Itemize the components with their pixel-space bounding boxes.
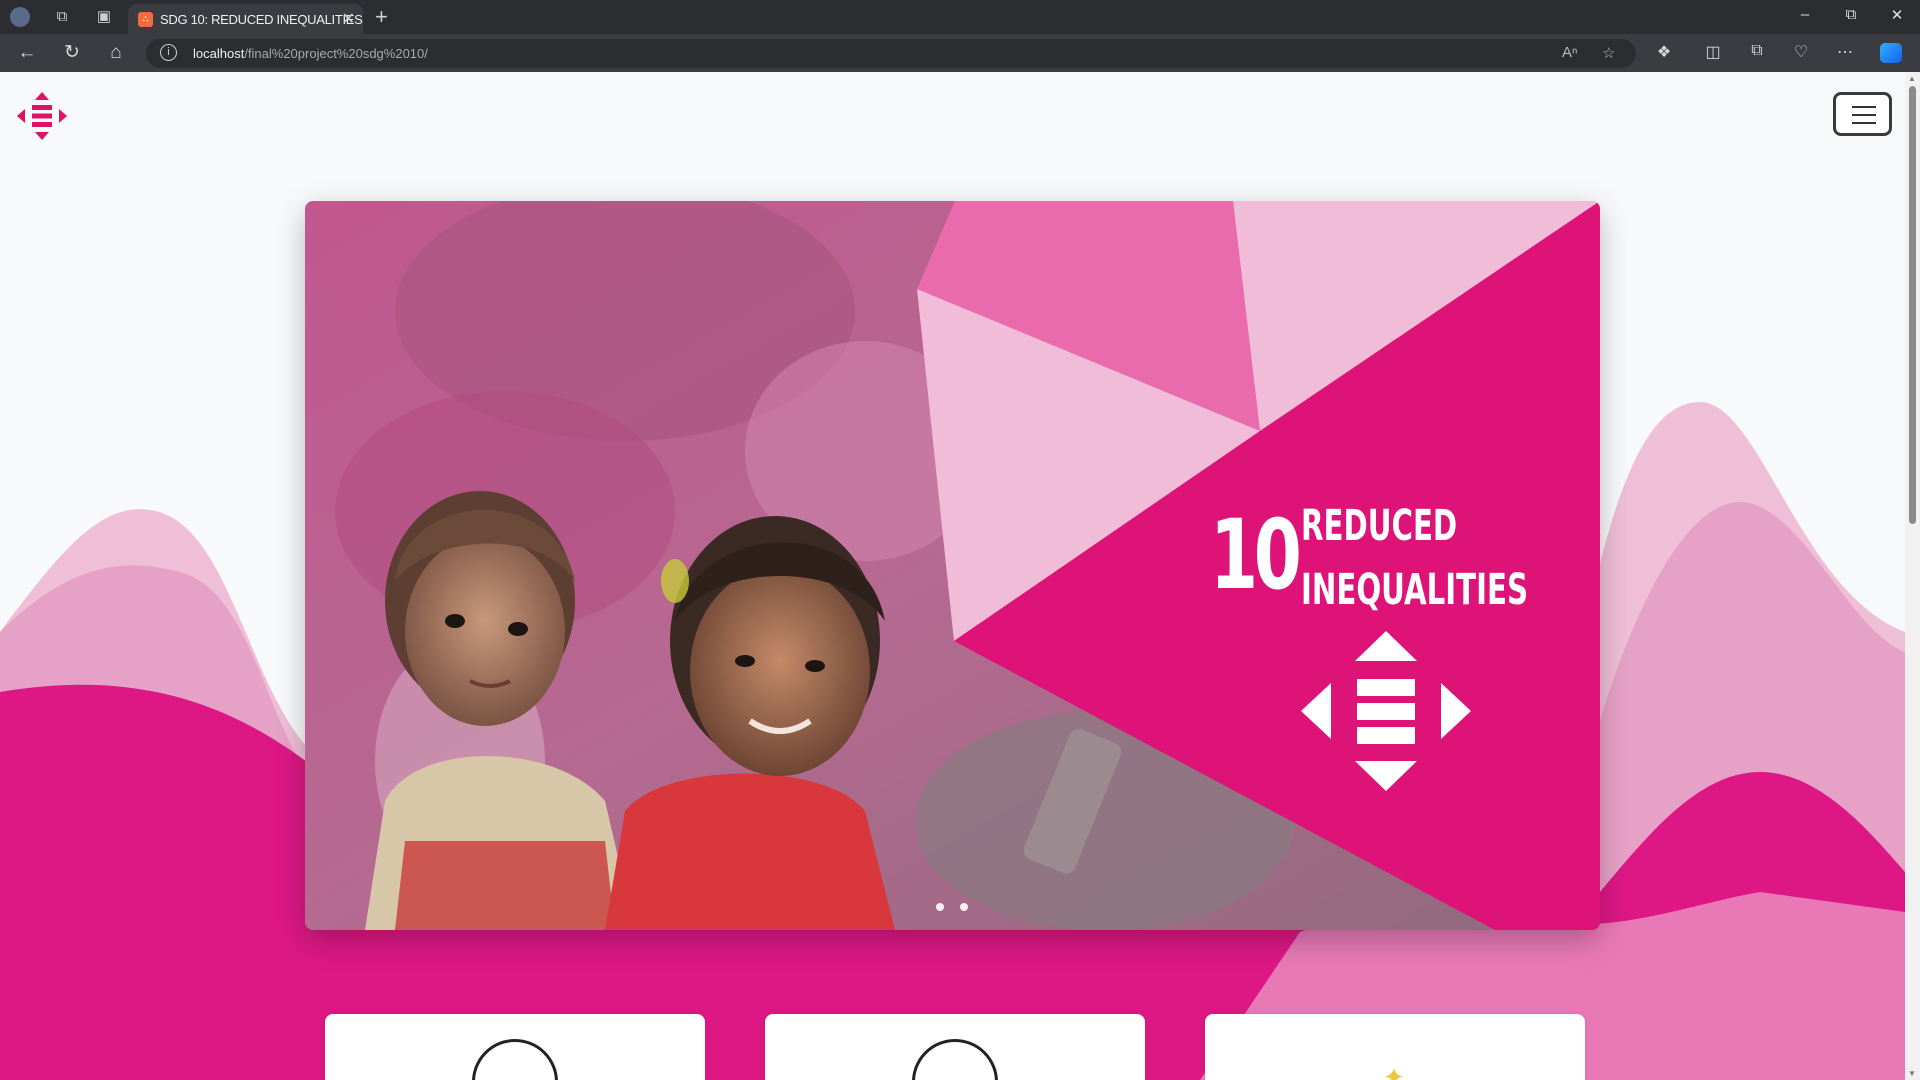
browser-essentials-icon[interactable]: ♡ — [1790, 42, 1812, 62]
new-tab-button[interactable]: + — [375, 4, 388, 30]
goal-title-line1: REDUCED — [1301, 501, 1458, 551]
navbar-toggle-button[interactable] — [1833, 92, 1892, 136]
page-viewport: 10 REDUCED INEQUALITIES ✦ — [0, 72, 1905, 1080]
address-bar[interactable]: i localhost/final%20project%20sdg%2010/ … — [146, 39, 1636, 68]
refresh-button[interactable]: ↻ — [60, 41, 84, 65]
feature-card-2[interactable] — [765, 1014, 1145, 1080]
feature-card-1[interactable] — [325, 1014, 705, 1080]
extensions-icon[interactable]: ❖ — [1653, 42, 1675, 62]
hero-carousel[interactable]: 10 REDUCED INEQUALITIES — [305, 201, 1600, 930]
url-text: localhost/final%20project%20sdg%2010/ — [193, 46, 428, 61]
feature-card-3[interactable]: ✦ — [1205, 1014, 1585, 1080]
split-screen-icon[interactable]: ◫ — [1702, 42, 1724, 62]
minimize-button[interactable]: – — [1790, 6, 1820, 23]
scroll-up-icon[interactable]: ▲ — [1908, 74, 1916, 83]
tab-title: SDG 10: REDUCED INEQUALITIES — [160, 12, 363, 27]
scroll-down-icon[interactable]: ▼ — [1908, 1069, 1916, 1078]
scrollbar-thumb[interactable] — [1909, 86, 1916, 524]
site-logo-icon[interactable] — [17, 92, 67, 140]
browser-toolbar: ← ↻ ⌂ i localhost/final%20project%20sdg%… — [0, 34, 1920, 72]
xampp-favicon-icon: ∴ — [138, 12, 153, 27]
restore-button[interactable]: ⧉ — [1836, 6, 1866, 23]
profile-avatar-icon[interactable] — [10, 7, 30, 27]
hamburger-menu-icon — [1852, 106, 1876, 108]
tab-actions-icon[interactable]: ▣ — [94, 7, 114, 27]
home-button[interactable]: ⌂ — [104, 41, 128, 65]
hamburger-line — [1852, 114, 1876, 116]
hamburger-line — [1852, 122, 1876, 124]
goal-title-line2: INEQUALITIES — [1301, 565, 1529, 615]
page-scrollbar[interactable]: ▲ ▼ — [1905, 72, 1920, 1080]
scales-icon — [472, 1039, 558, 1080]
read-aloud-icon[interactable]: Aⁿ — [1562, 44, 1577, 61]
back-button[interactable]: ← — [15, 41, 39, 65]
more-menu-icon[interactable]: ⋯ — [1834, 42, 1856, 62]
carousel-indicators — [936, 898, 984, 916]
sdg10-emblem-icon — [1301, 631, 1471, 791]
browser-tab-strip: ⧉ ▣ ∴ SDG 10: REDUCED INEQUALITIES ✕ + –… — [0, 0, 1920, 34]
close-window-button[interactable]: ✕ — [1882, 6, 1912, 24]
browser-tab-active[interactable]: ∴ SDG 10: REDUCED INEQUALITIES ✕ — [128, 4, 363, 34]
carousel-indicator-2[interactable] — [960, 903, 968, 911]
copilot-icon[interactable] — [1880, 43, 1902, 63]
collections-icon[interactable]: ⧉ — [1746, 42, 1768, 60]
favorite-star-icon[interactable]: ☆ — [1602, 44, 1615, 62]
shield-icon — [912, 1039, 998, 1080]
goal-number: 10 — [1210, 499, 1302, 611]
tab-close-icon[interactable]: ✕ — [342, 9, 355, 29]
site-info-icon[interactable]: i — [160, 44, 177, 61]
carousel-indicator-1[interactable] — [936, 903, 944, 911]
workspaces-icon[interactable]: ⧉ — [52, 7, 72, 27]
star-icon: ✦ — [1383, 1062, 1405, 1080]
